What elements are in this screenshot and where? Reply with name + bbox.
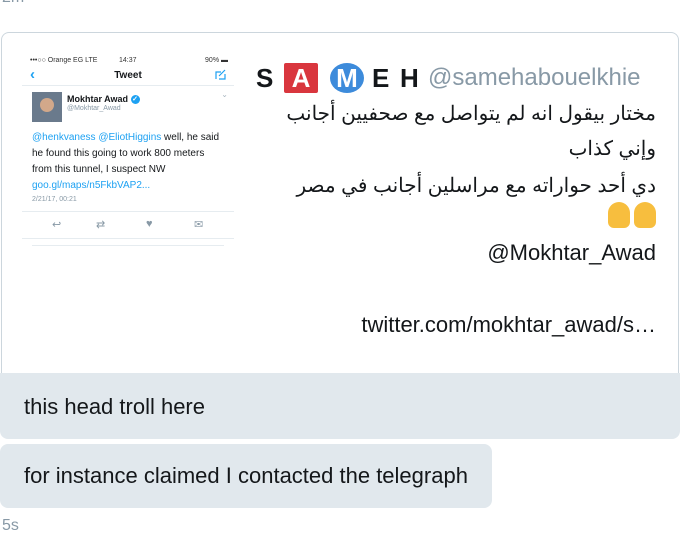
battery-label: 90% ▬: [205, 57, 228, 64]
tweet-nav-bar: ‹ Tweet: [22, 67, 234, 86]
divider: [32, 245, 224, 246]
logo-letter: H: [400, 63, 419, 93]
logo-letter: A: [284, 63, 318, 93]
compose-icon: [215, 69, 226, 80]
author-name: Mokhtar Awad ✓: [67, 94, 140, 104]
carrier-label: •••○○ Orange EG LTE: [30, 57, 98, 64]
chevron-down-icon: ⌄: [221, 90, 228, 99]
shared-tweet-card[interactable]: •••○○ Orange EG LTE 14:37 90% ▬ ‹ Tweet …: [1, 32, 679, 373]
tweet-content: S A M E H @samehabouelkhie مختار بيقول ا…: [252, 59, 656, 340]
phone-status-bar: •••○○ Orange EG LTE 14:37 90% ▬: [22, 55, 234, 67]
logo-letter: E: [372, 63, 390, 93]
nav-title: Tweet: [114, 70, 142, 81]
heart-icon: ♥: [146, 218, 153, 230]
tweet-text: @henkvaness @EliotHiggins well, he said …: [32, 132, 220, 191]
tweet-text-line-1: مختار بيقول انه لم يتواصل مع صحفيين أجان…: [286, 103, 656, 160]
emoji-row: [252, 202, 656, 236]
tweet-link[interactable]: twitter.com/mokhtar_awad/s…: [252, 310, 656, 340]
author-handle[interactable]: @samehabouelkhie: [428, 63, 641, 93]
tweet-actions: ↩ ⇄ ♥ ✉: [22, 211, 234, 239]
sameh-logo: S A M E H @samehabouelkhie: [252, 59, 656, 95]
tweet-author: Mokhtar Awad ✓ @Mokhtar_Awad ⌄: [22, 86, 234, 126]
retweet-icon: ⇄: [96, 219, 106, 231]
avatar: [32, 92, 62, 122]
tweet-screenshot-image: •••○○ Orange EG LTE 14:37 90% ▬ ‹ Tweet …: [22, 55, 234, 291]
clock-label: 14:37: [119, 57, 137, 64]
verified-badge-icon: ✓: [130, 95, 140, 104]
message-icon: ✉: [194, 219, 204, 231]
message-bubble[interactable]: for instance claimed I contacted the tel…: [0, 444, 492, 508]
reply-icon: ↩: [52, 219, 62, 231]
tweet-date: 2/21/17, 00:21: [32, 196, 77, 203]
mention-link[interactable]: @Mokhtar_Awad: [252, 238, 656, 268]
timestamp-top: 2m: [2, 0, 24, 7]
message-bubble[interactable]: this head troll here: [0, 373, 680, 439]
author-handle: @Mokhtar_Awad: [67, 105, 121, 112]
tweet-text-line-2: دي أحد حواراته مع مراسلين أجانب في مصر: [296, 175, 656, 197]
point-down-emoji-icon: [608, 202, 630, 228]
point-down-emoji-icon: [634, 202, 656, 228]
logo-letter: M: [330, 63, 364, 93]
logo-letter: S: [256, 63, 274, 93]
timestamp-bottom: 5s: [2, 517, 19, 534]
